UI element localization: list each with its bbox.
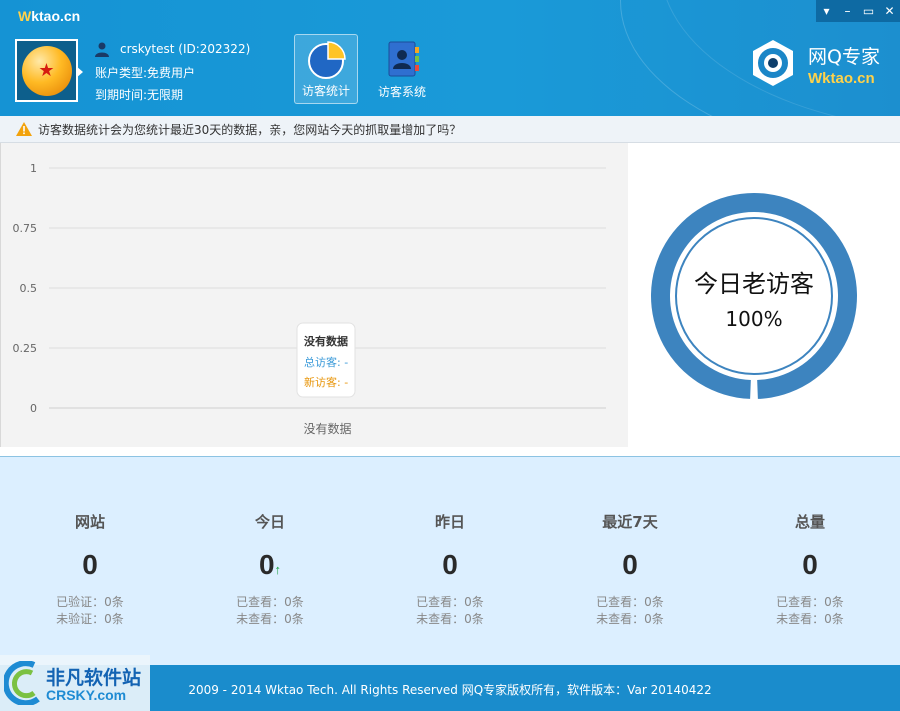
tooltip-new: 新访客: - — [304, 375, 348, 389]
user-icon — [95, 42, 109, 57]
donut-chart: 今日老访客 100% — [651, 193, 857, 399]
brand-logo-icon — [753, 40, 793, 86]
brand-name: 网Q专家 — [808, 46, 880, 68]
stat-value: 0 — [622, 549, 638, 580]
stat-value: 0↑ — [258, 549, 282, 580]
stat-detail: 已查看：0条 — [596, 595, 664, 609]
stat-detail: 已查看：0条 — [236, 595, 304, 609]
watermark: 非凡软件站 CRSKY.com — [0, 655, 150, 711]
notice-bar: 访客数据统计会为您统计最近30天的数据，亲，您网站今天的抓取量增加了吗？ — [0, 116, 900, 143]
divider — [0, 447, 900, 457]
stats-panel: 网站 0 已验证：0条 未验证：0条 今日 0↑ 已查看：0条 未查看：0条 昨… — [0, 457, 900, 665]
maximize-icon[interactable]: ▭ — [858, 0, 879, 22]
user-name: crskytest (ID:202322) — [120, 42, 251, 56]
y-tick-label: 0 — [30, 402, 37, 415]
y-tick-label: 0.5 — [20, 282, 38, 295]
stat-detail: 已查看：0条 — [416, 595, 484, 609]
stat-detail: 未验证：0条 — [56, 612, 124, 626]
watermark-name: 非凡软件站 — [46, 668, 142, 689]
stat-value: 0 — [802, 549, 818, 580]
tab-visitor-system-label: 访客系统 — [377, 85, 426, 99]
stat-name: 网站 — [74, 513, 105, 531]
window-controls: ▾ – ▭ ✕ — [816, 0, 900, 22]
tab-visitor-system[interactable]: 访客系统 — [370, 34, 434, 104]
line-chart: 10.750.50.250没有数据没有数据总访客: -新访客: - — [13, 162, 606, 436]
stat-detail: 已验证：0条 — [56, 595, 124, 609]
pie-chart-icon — [308, 41, 346, 79]
tab-visitor-stats-label: 访客统计 — [301, 84, 350, 98]
avatar-pointer — [76, 66, 83, 78]
stat-name: 总量 — [794, 513, 825, 531]
menu-dropdown-icon[interactable]: ▾ — [816, 0, 837, 22]
donut-percent: 100% — [725, 307, 782, 331]
x-axis-label: 没有数据 — [303, 421, 351, 436]
stat-detail: 未查看：0条 — [236, 612, 304, 626]
trend-up-icon: ↑ — [274, 562, 282, 577]
stat-value: 0 — [82, 549, 98, 580]
app-title: Wktao.cn — [18, 8, 81, 24]
brand-url[interactable]: Wktao.cn — [808, 70, 875, 87]
donut-label: 今日老访客 — [694, 270, 814, 298]
warning-icon — [16, 122, 32, 136]
stat-value: 0 — [442, 549, 458, 580]
avatar[interactable]: ★ — [15, 39, 78, 102]
notice-text: 访客数据统计会为您统计最近30天的数据，亲，您网站今天的抓取量增加了吗？ — [38, 122, 462, 137]
stat-detail: 未查看：0条 — [596, 612, 664, 626]
close-icon[interactable]: ✕ — [879, 0, 900, 22]
stat-name: 今日 — [254, 513, 285, 531]
tooltip-total: 总访客: - — [304, 355, 348, 369]
y-tick-label: 1 — [30, 162, 37, 175]
tooltip-title: 没有数据 — [304, 334, 348, 348]
stat-detail: 已查看：0条 — [776, 595, 844, 609]
account-type: 账户类型:免费用户 — [95, 66, 196, 80]
stat-detail: 未查看：0条 — [416, 612, 484, 626]
watermark-url: CRSKY.com — [46, 687, 127, 703]
donut-panel: 今日老访客 100% — [628, 143, 900, 447]
dragon-ball-icon: ★ — [21, 45, 72, 96]
header-bar: Wktao.cn ▾ – ▭ ✕ ★ crskytest (ID:202322)… — [0, 0, 900, 116]
contact-book-icon — [388, 41, 419, 77]
stat-detail: 未查看：0条 — [776, 612, 844, 626]
tab-visitor-stats[interactable]: 访客统计 — [294, 34, 358, 104]
y-tick-label: 0.75 — [13, 222, 38, 235]
expiry-date: 到期时间:无限期 — [95, 88, 184, 102]
y-tick-label: 0.25 — [13, 342, 38, 355]
minimize-icon[interactable]: – — [837, 0, 858, 22]
stat-name: 最近7天 — [602, 513, 658, 531]
crsky-logo-icon — [4, 661, 40, 705]
stat-name: 昨日 — [434, 513, 465, 531]
visitor-chart: 1 0.75 0.5 0.25 0 没有数据 没有数据 总访客: - 新访客: - — [0, 143, 629, 447]
